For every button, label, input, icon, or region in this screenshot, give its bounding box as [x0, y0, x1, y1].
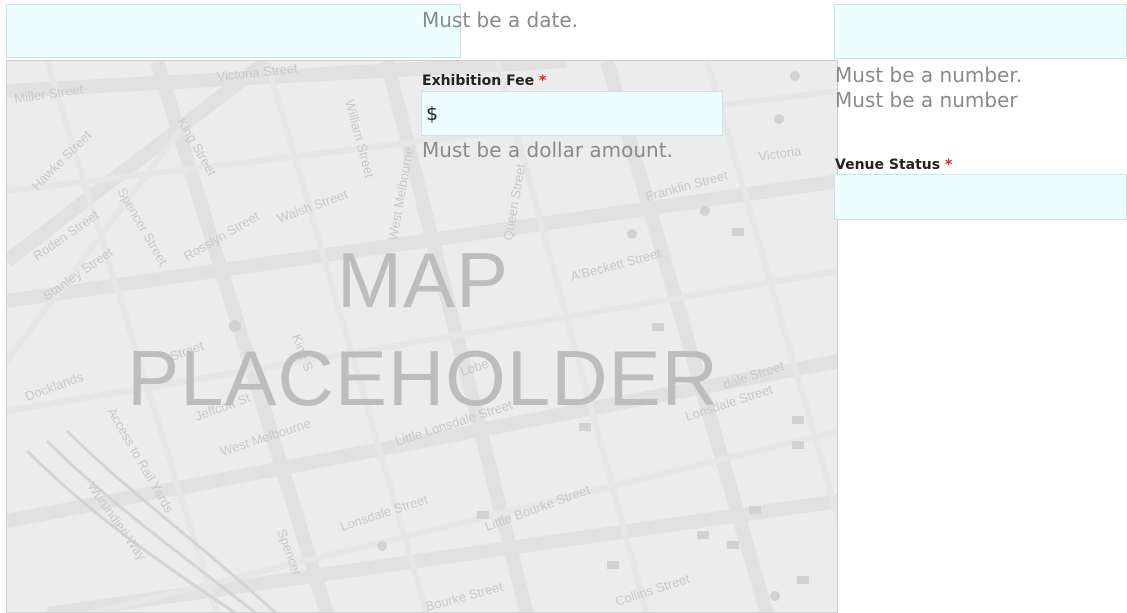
required-mark: * [944, 157, 953, 173]
venue-status-label-text: Venue Status [835, 157, 941, 173]
number-input[interactable] [834, 4, 1127, 59]
date-error: Must be a date. [422, 8, 578, 32]
map-placeholder-line2: PLACEHOLDER [127, 334, 719, 422]
venue-status-label: Venue Status * [835, 157, 952, 173]
exhibition-fee-input[interactable]: $ [421, 91, 723, 136]
required-mark: * [539, 73, 547, 89]
number-error-2: Must be a number [835, 88, 1018, 112]
venue-status-input[interactable] [834, 174, 1127, 220]
exhibition-fee-label-text: Exhibition Fee [422, 73, 535, 89]
exhibition-fee-error: Must be a dollar amount. [422, 138, 673, 162]
map-placeholder-line1: MAP [336, 236, 510, 324]
exhibition-fee-label: Exhibition Fee * [422, 73, 546, 89]
number-error-1: Must be a number. [835, 63, 1023, 87]
currency-prefix: $ [426, 102, 439, 125]
map-placeholder-text: MAP PLACEHOLDER [7, 231, 837, 427]
date-input[interactable] [6, 4, 461, 58]
